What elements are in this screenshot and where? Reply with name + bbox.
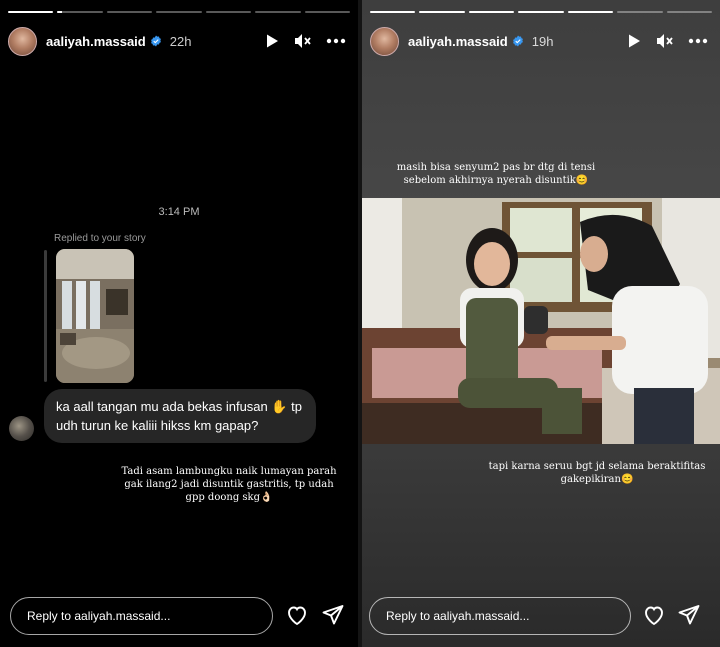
- play-icon[interactable]: [626, 33, 642, 49]
- avatar[interactable]: [8, 26, 37, 56]
- replied-label: Replied to your story: [54, 233, 146, 244]
- story-left[interactable]: aaliyah.massaid 22h: [0, 0, 358, 647]
- progress-segment: [156, 11, 202, 13]
- progress-segment: [370, 11, 416, 13]
- play-icon[interactable]: [264, 33, 280, 49]
- username[interactable]: aaliyah.massaid: [408, 34, 508, 49]
- progress-segment: [419, 11, 465, 13]
- progress-segment: [666, 11, 712, 13]
- story-caption-top: masih bisa senyum2 pas br dtg di tensi s…: [396, 162, 596, 186]
- story-caption: Tadi asam lambungku naik lumayan parah g…: [121, 466, 337, 503]
- progress-segment: [255, 11, 301, 13]
- mute-icon[interactable]: [656, 33, 674, 49]
- avatar[interactable]: [370, 26, 399, 56]
- story-progress-bar: [8, 11, 350, 13]
- progress-segment: [518, 11, 564, 13]
- verified-badge-icon: [150, 35, 161, 47]
- progress-segment: [567, 11, 614, 13]
- heart-icon[interactable]: [642, 603, 666, 627]
- story-caption-bottom: tapi karna seruu bgt jd selama beraktifi…: [488, 461, 706, 485]
- story-photo: [362, 198, 720, 444]
- progress-segment: [57, 11, 103, 13]
- reply-input[interactable]: Reply to aaliyah.massaid...: [10, 597, 273, 635]
- progress-segment: [468, 11, 515, 13]
- heart-icon[interactable]: [285, 603, 309, 627]
- more-icon[interactable]: [326, 38, 346, 44]
- reply-indicator-line: [44, 250, 47, 382]
- message-bubble: ka aall tangan mu ada bekas infusan ✋ tp…: [44, 389, 316, 443]
- story-header: aaliyah.massaid 19h: [370, 26, 712, 56]
- verified-badge-icon: [512, 35, 523, 47]
- progress-segment: [617, 11, 663, 13]
- username[interactable]: aaliyah.massaid: [46, 34, 146, 49]
- post-time: 22h: [169, 33, 192, 49]
- reply-input[interactable]: Reply to aaliyah.massaid...: [369, 597, 631, 635]
- progress-segment: [205, 11, 252, 13]
- mute-icon[interactable]: [294, 33, 312, 49]
- send-icon[interactable]: [321, 603, 345, 627]
- progress-segment: [106, 11, 153, 13]
- post-time: 19h: [531, 33, 554, 49]
- sender-avatar[interactable]: [9, 416, 34, 441]
- chat-timestamp: 3:14 PM: [158, 206, 200, 218]
- send-icon[interactable]: [677, 603, 701, 627]
- story-header: aaliyah.massaid 22h: [8, 26, 350, 56]
- progress-segment: [8, 11, 54, 13]
- story-progress-bar: [370, 11, 712, 13]
- story-thumbnail[interactable]: [56, 249, 134, 383]
- progress-segment: [304, 11, 350, 13]
- more-icon[interactable]: [688, 38, 708, 44]
